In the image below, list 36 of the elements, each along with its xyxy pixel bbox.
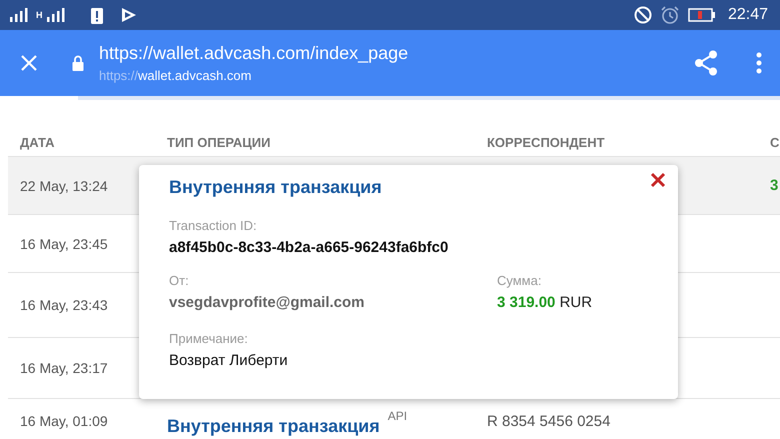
field-label: От: — [169, 273, 190, 288]
api-tag: API — [388, 409, 408, 423]
network-type: H — [36, 10, 42, 20]
amount-cell: 3 — [770, 177, 778, 194]
alert-icon — [90, 6, 102, 24]
amount-value: 3 319.00 — [497, 294, 556, 311]
date-cell-text: 22 May, 13:24 — [20, 178, 109, 194]
note-text: Возврат Либерти — [169, 352, 289, 369]
page-host: https://wallet.advcash.com — [99, 68, 252, 83]
column-header: КОРРЕСПОНДЕНТ — [487, 134, 606, 150]
lock-icon — [72, 55, 84, 71]
battery-icon — [688, 8, 716, 22]
more-icon[interactable] — [756, 52, 762, 74]
sender-email: vsegdavprofite@gmail.com — [169, 294, 366, 311]
close-icon[interactable] — [650, 172, 666, 188]
column-header: ТИП ОПЕРАЦИИ — [167, 134, 272, 150]
operation-type[interactable]: Внутренняя транзакция — [167, 416, 380, 436]
alarm-icon — [660, 5, 680, 25]
column-header: ДАТА — [20, 134, 56, 150]
play-store-icon — [120, 7, 136, 23]
transaction-id: a8f45b0c-8c33-4b2a-a665-96243fa6bfc0 — [169, 239, 450, 256]
date-cell-text: 16 May, 23:45 — [20, 236, 109, 252]
column-header: С — [770, 134, 780, 150]
date-cell-text: 16 May, 01:09 — [20, 413, 109, 429]
date-cell-text: 16 May, 23:43 — [20, 297, 109, 313]
share-icon[interactable] — [694, 50, 718, 76]
field-label: Примечание: — [169, 331, 249, 346]
correspondent-cell: R 8354 5456 0254 — [487, 413, 610, 430]
page-url: https://wallet.advcash.com/index_page — [99, 43, 410, 64]
clock-time: 22:47 — [728, 6, 768, 24]
popup-title: Внутренняя транзакция — [169, 177, 383, 198]
do-not-disturb-icon — [634, 6, 652, 24]
field-label: Сумма: — [497, 273, 542, 288]
currency: RUR — [560, 294, 592, 311]
field-label: Transaction ID: — [169, 218, 258, 233]
date-cell-text: 16 May, 23:17 — [20, 360, 109, 376]
